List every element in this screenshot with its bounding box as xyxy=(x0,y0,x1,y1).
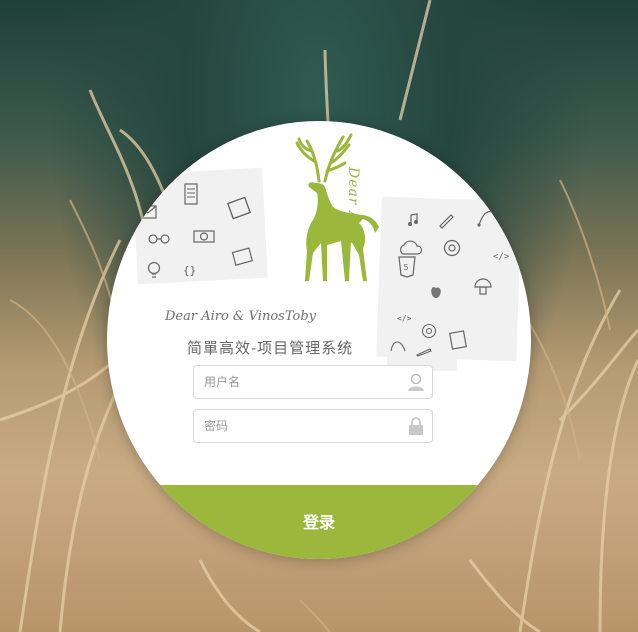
braces-icon: {} xyxy=(183,264,195,277)
brand-logo-text: Dear Airo xyxy=(345,167,361,245)
bezier-small-icon xyxy=(390,341,406,352)
html5-icon: 5 xyxy=(398,256,416,278)
camera-icon xyxy=(193,230,215,243)
pencil-small-icon xyxy=(416,348,432,357)
login-page: {} </> 5 </> Dear Airo Dear Airo & Vinos… xyxy=(0,0,638,632)
device-icon xyxy=(231,247,254,266)
user-icon xyxy=(408,373,424,391)
pencil-icon xyxy=(439,214,454,229)
login-button[interactable]: 登录 xyxy=(107,485,531,559)
tablet-small-icon xyxy=(449,330,467,350)
svg-text:{}: {} xyxy=(183,264,195,277)
system-title: 简單高效-项目管理系统 xyxy=(187,339,354,357)
code-tag-small-icon: </> xyxy=(397,314,411,323)
password-input[interactable] xyxy=(194,410,404,442)
deer-logo xyxy=(295,133,379,281)
password-field[interactable] xyxy=(193,409,433,443)
code-tag-icon: </> xyxy=(493,252,510,261)
tablet-icon xyxy=(227,197,252,220)
lightbulb-icon xyxy=(147,261,161,278)
svg-text:</>: </> xyxy=(493,252,510,261)
document-icon xyxy=(184,183,198,205)
svg-text:</>: </> xyxy=(397,314,411,323)
music-note-icon xyxy=(408,213,418,226)
svg-text:5: 5 xyxy=(404,263,409,272)
username-field[interactable] xyxy=(193,365,433,399)
lock-icon xyxy=(409,417,423,435)
chrome-small-icon xyxy=(421,323,437,339)
apple-icon xyxy=(431,287,441,298)
credit-text: Dear Airo & VinosToby xyxy=(165,309,316,324)
envelope-icon xyxy=(139,205,157,219)
bezier-icon xyxy=(477,210,503,227)
username-input[interactable] xyxy=(194,366,404,398)
login-card: {} </> 5 </> Dear Airo Dear Airo & Vinos… xyxy=(107,121,531,559)
chrome-icon xyxy=(443,239,461,257)
glasses-icon xyxy=(148,234,170,244)
mushroom-icon xyxy=(474,278,492,295)
